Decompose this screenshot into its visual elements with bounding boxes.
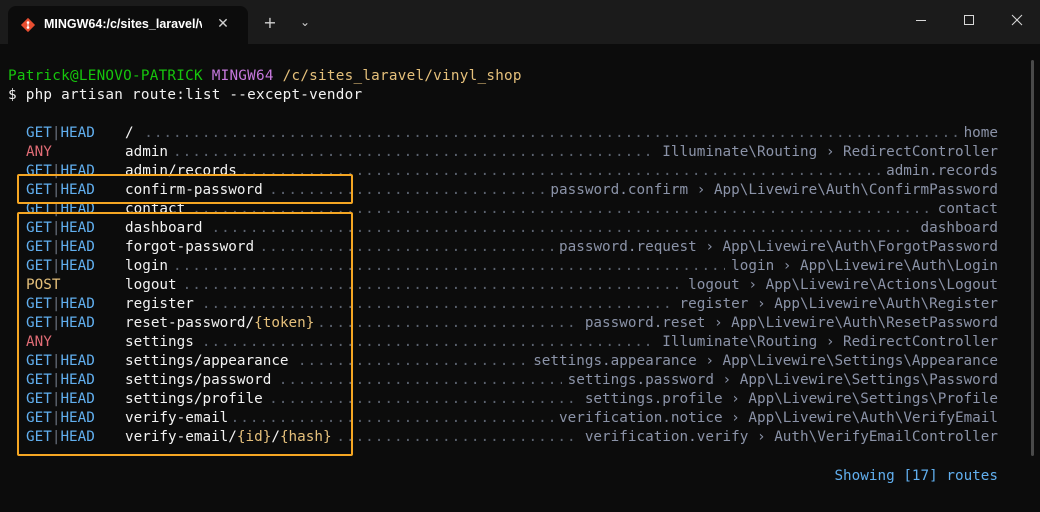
route-name: settings.appearance › App\Livewire\Setti…: [527, 352, 998, 371]
route-name: settings.password › App\Livewire\Setting…: [561, 371, 998, 390]
route-method: GET|HEAD: [26, 124, 95, 143]
git-icon: [20, 17, 36, 33]
route-name: password.confirm › App\Livewire\Auth\Con…: [544, 181, 998, 200]
highlight-box-auth-routes: [17, 212, 353, 456]
route-name: Illuminate\Routing › RedirectController: [656, 333, 998, 352]
route-method: ANY: [26, 143, 52, 162]
maximize-icon[interactable]: [946, 0, 992, 40]
route-name: verification.notice › App\Livewire\Auth\…: [553, 409, 998, 428]
terminal-window: MINGW64:/c/sites_laravel/vin ✕ + ⌄ Patri…: [0, 0, 1040, 512]
close-window-icon[interactable]: [994, 0, 1040, 40]
route-name: contact: [931, 200, 998, 219]
terminal-tab[interactable]: MINGW64:/c/sites_laravel/vin ✕: [8, 6, 248, 44]
route-dots: ........................................…: [125, 125, 998, 141]
method-verb: ANY: [26, 144, 52, 160]
method-verb-secondary: HEAD: [60, 125, 95, 141]
prompt-line: Patrick@LENOVO-PATRICK MINGW64 /c/sites_…: [8, 67, 522, 86]
new-tab-button[interactable]: +: [256, 9, 284, 35]
route-name: admin.records: [880, 162, 998, 181]
route-name: dashboard: [914, 219, 998, 238]
method-verb: GET: [26, 125, 52, 141]
minimize-icon[interactable]: [898, 0, 944, 40]
highlight-box-confirm-password: [17, 174, 353, 204]
route-name: register › App\Livewire\Auth\Register: [673, 295, 998, 314]
route-name: home: [957, 124, 998, 143]
route-name: Illuminate\Routing › RedirectController: [656, 143, 998, 162]
chevron-down-icon[interactable]: ⌄: [292, 9, 318, 35]
title-bar: MINGW64:/c/sites_laravel/vin ✕ + ⌄: [0, 0, 1040, 44]
routes-count: Showing [17] routes: [834, 468, 998, 484]
route-row: ........................................…: [26, 143, 998, 162]
prompt-path: /c/sites_laravel/vinyl_shop: [282, 68, 522, 84]
route-name: logout › App\Livewire\Actions\Logout: [682, 276, 998, 295]
route-row: ........................................…: [26, 124, 998, 143]
route-uri: /: [125, 124, 140, 143]
terminal-output[interactable]: Patrick@LENOVO-PATRICK MINGW64 /c/sites_…: [0, 44, 1040, 512]
tab-title: MINGW64:/c/sites_laravel/vin: [44, 17, 202, 31]
tab-close-icon[interactable]: ✕: [210, 11, 236, 37]
route-name: password.request › App\Livewire\Auth\For…: [553, 238, 998, 257]
route-name: verification.verify › Auth\VerifyEmailCo…: [578, 428, 998, 447]
route-uri: admin: [125, 143, 175, 162]
route-name: settings.profile › App\Livewire\Settings…: [578, 390, 998, 409]
route-name: login › App\Livewire\Auth\Login: [725, 257, 998, 276]
command-line: $ php artisan route:list --except-vendor: [8, 87, 363, 103]
scrollbar[interactable]: [1031, 60, 1034, 456]
prompt-env: MINGW64: [211, 68, 274, 84]
prompt-user: Patrick@LENOVO-PATRICK: [8, 68, 203, 84]
route-name: password.reset › App\Livewire\Auth\Reset…: [578, 314, 998, 333]
